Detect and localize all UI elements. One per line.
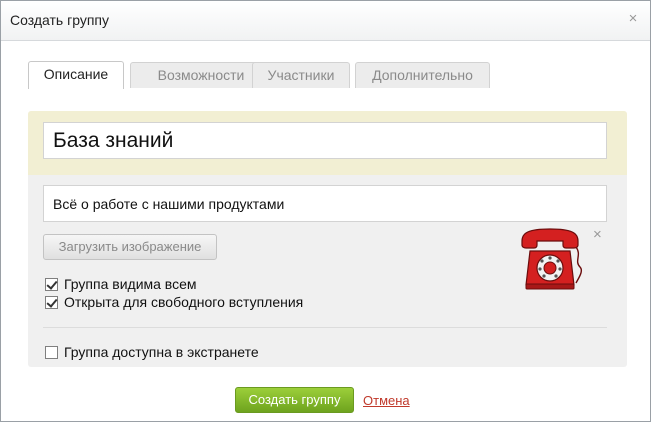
tab-description[interactable]: Описание — [28, 61, 124, 89]
dialog-titlebar: Создать группу × — [1, 1, 650, 41]
group-details-panel: Загрузить изображение — [28, 175, 627, 367]
remove-image-icon[interactable]: × — [593, 227, 602, 242]
red-telephone-icon — [516, 227, 584, 291]
group-name-input[interactable] — [43, 122, 607, 159]
visible-to-all-option[interactable]: Группа видима всем — [45, 276, 197, 292]
extranet-label: Группа доступна в экстранете — [64, 344, 259, 360]
extranet-option[interactable]: Группа доступна в экстранете — [45, 344, 259, 360]
group-name-panel — [28, 111, 627, 175]
upload-image-button[interactable]: Загрузить изображение — [43, 234, 217, 260]
open-join-label: Открыта для свободного вступления — [64, 294, 304, 310]
tab-members[interactable]: Участники — [252, 62, 350, 88]
open-join-checkbox[interactable] — [45, 295, 58, 309]
options-divider — [43, 327, 607, 328]
visible-to-all-label: Группа видима всем — [64, 276, 197, 292]
dialog-title: Создать группу — [10, 12, 109, 28]
tab-additional[interactable]: Дополнительно — [355, 62, 490, 88]
create-group-button[interactable]: Создать группу — [235, 387, 354, 413]
open-join-option[interactable]: Открыта для свободного вступления — [45, 294, 303, 310]
close-icon[interactable]: × — [626, 11, 640, 26]
visible-to-all-checkbox[interactable] — [45, 277, 58, 291]
create-group-dialog: Создать группу × Описание Возможности Уч… — [0, 0, 651, 422]
cancel-link[interactable]: Отмена — [363, 393, 410, 408]
tab-features[interactable]: Возможности — [130, 62, 272, 88]
extranet-checkbox[interactable] — [45, 345, 58, 359]
group-description-input[interactable] — [43, 185, 607, 222]
